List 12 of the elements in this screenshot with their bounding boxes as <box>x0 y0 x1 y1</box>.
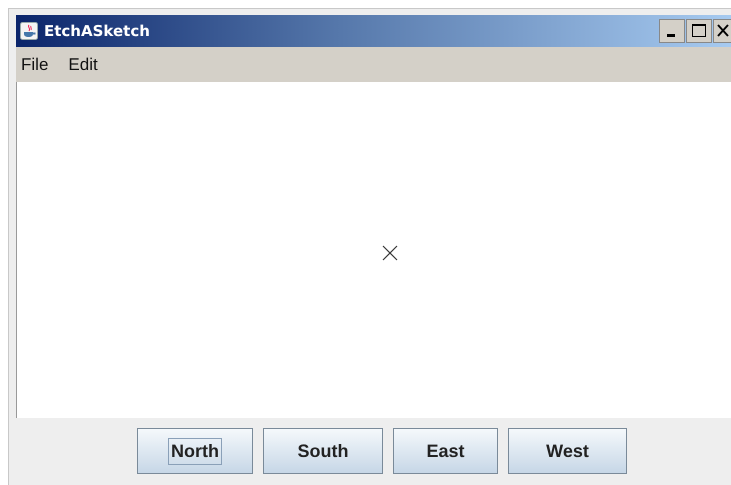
cross-mark <box>382 245 398 261</box>
direction-button[interactable]: North <box>137 428 253 474</box>
direction-button[interactable]: West <box>508 428 627 474</box>
window-title: EtchASketch <box>44 22 151 40</box>
direction-button[interactable]: East <box>393 428 498 474</box>
direction-button[interactable]: South <box>263 428 383 474</box>
minimize-icon[interactable] <box>659 19 685 43</box>
menu-item[interactable]: File <box>21 54 48 74</box>
maximize-icon[interactable] <box>686 19 712 43</box>
close-icon[interactable] <box>713 19 731 43</box>
cup-icon <box>20 22 38 40</box>
menu-item[interactable]: Edit <box>68 54 98 74</box>
